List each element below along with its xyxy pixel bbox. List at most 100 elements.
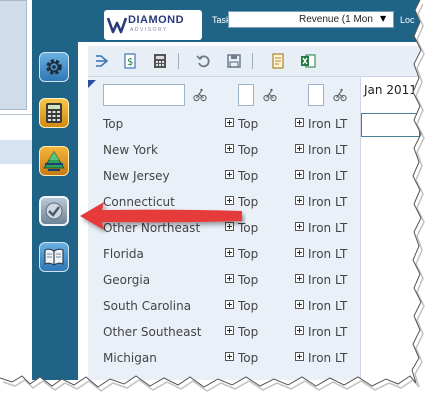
level1-cell[interactable]: Top [225,117,258,131]
active-cell-input[interactable] [361,113,420,137]
svg-text:$: $ [127,57,133,68]
table-row[interactable]: Michigan Top Iron LT [88,347,360,373]
level1-label: Top [238,117,259,131]
region-label: Florida [103,247,144,261]
chevron-down-icon[interactable]: ▼ [380,14,386,23]
location-label: Loc [400,15,415,25]
level1-label: Top [238,169,259,183]
cyclist-filter-icon[interactable] [333,88,347,102]
level1-label: Top [238,325,259,339]
cyclist-filter-icon[interactable] [263,88,277,102]
expand-icon[interactable] [295,274,304,283]
pyramid-icon [43,151,65,171]
excel-export-button[interactable] [298,51,318,71]
level1-filter-input[interactable] [238,84,254,106]
level2-cell[interactable]: Iron LT [295,221,347,235]
level1-label: Top [238,273,259,287]
level2-cell[interactable]: Iron LT [295,143,347,157]
share-icon [96,55,109,67]
level1-cell[interactable]: Top [225,247,258,261]
rail-approve-button[interactable] [39,196,69,226]
region-label: Other Southeast [103,325,202,339]
expand-icon[interactable] [225,352,234,361]
expand-icon[interactable] [295,118,304,127]
region-filter-input[interactable] [103,84,185,106]
expand-icon[interactable] [225,170,234,179]
expand-icon[interactable] [295,352,304,361]
grid-corner-marker [88,80,96,88]
save-button[interactable] [224,51,244,71]
level2-cell[interactable]: Iron LT [295,325,347,339]
level2-cell[interactable]: Iron LT [295,273,347,287]
level2-label: Iron LT [308,169,348,183]
expand-icon[interactable] [295,196,304,205]
level2-label: Iron LT [308,195,348,209]
level2-label: Iron LT [308,351,348,365]
level1-cell[interactable]: Top [225,325,258,339]
table-row[interactable]: New Jersey Top Iron LT [88,165,360,191]
page-button[interactable] [268,51,288,71]
logo-subtext: ADVISORY [130,27,168,33]
level2-cell[interactable]: Iron LT [295,351,347,365]
cyclist-filter-icon[interactable] [193,88,207,102]
expand-icon[interactable] [295,170,304,179]
region-label: Top [103,117,124,131]
level2-cell[interactable]: Iron LT [295,169,347,183]
level1-cell[interactable]: Top [225,351,258,365]
calculator-icon [154,54,166,68]
level1-label: Top [238,299,259,313]
expand-icon[interactable] [225,248,234,257]
expand-icon[interactable] [225,144,234,153]
expand-icon[interactable] [295,326,304,335]
level2-cell[interactable]: Iron LT [295,195,347,209]
currency-doc-button[interactable]: $ [120,51,140,71]
level1-cell[interactable]: Top [225,273,258,287]
expand-icon[interactable] [295,222,304,231]
undo-icon [196,55,210,68]
left-panel-divider [0,114,32,115]
level1-label: Top [238,143,259,157]
level1-cell[interactable]: Top [225,169,258,183]
expand-icon[interactable] [225,300,234,309]
expand-icon[interactable] [225,326,234,335]
level2-cell[interactable]: Iron LT [295,117,347,131]
left-panel-selected-item[interactable] [0,140,32,164]
level2-cell[interactable]: Iron LT [295,299,347,313]
expand-icon[interactable] [225,118,234,127]
expand-icon[interactable] [225,274,234,283]
calculator-tool-button[interactable] [150,51,170,71]
toolbar: $ [88,46,420,77]
expand-icon[interactable] [295,248,304,257]
rail-book-button[interactable] [39,242,69,272]
table-row[interactable]: Other Southeast Top Iron LT [88,321,360,347]
left-panel-header [0,0,27,110]
region-label: Michigan [103,351,157,365]
table-row[interactable]: Georgia Top Iron LT [88,269,360,295]
level1-label: Top [238,351,259,365]
rail-settings-button[interactable] [39,52,69,82]
level1-cell[interactable]: Top [225,299,258,313]
table-row[interactable]: Top Top Iron LT [88,113,360,139]
expand-icon[interactable] [295,144,304,153]
rail-pyramid-button[interactable] [39,146,69,176]
gear-icon [46,59,62,75]
level2-label: Iron LT [308,247,348,261]
left-panel [0,0,33,380]
expand-icon[interactable] [295,300,304,309]
level2-label: Iron LT [308,221,348,235]
level1-cell[interactable]: Top [225,143,258,157]
task-select[interactable]: Revenue (1 Mon [228,11,394,28]
share-button[interactable] [92,51,112,71]
calculator-icon [46,103,62,123]
book-icon [44,248,64,266]
table-row[interactable]: New York Top Iron LT [88,139,360,165]
level2-cell[interactable]: Iron LT [295,247,347,261]
table-row[interactable]: South Carolina Top Iron LT [88,295,360,321]
undo-button[interactable] [194,51,214,71]
table-row[interactable]: Florida Top Iron LT [88,243,360,269]
rail-calculator-button[interactable] [39,98,69,128]
level1-label: Top [238,247,259,261]
save-icon [227,54,241,68]
page-icon [272,53,284,69]
level2-filter-input[interactable] [308,84,324,106]
